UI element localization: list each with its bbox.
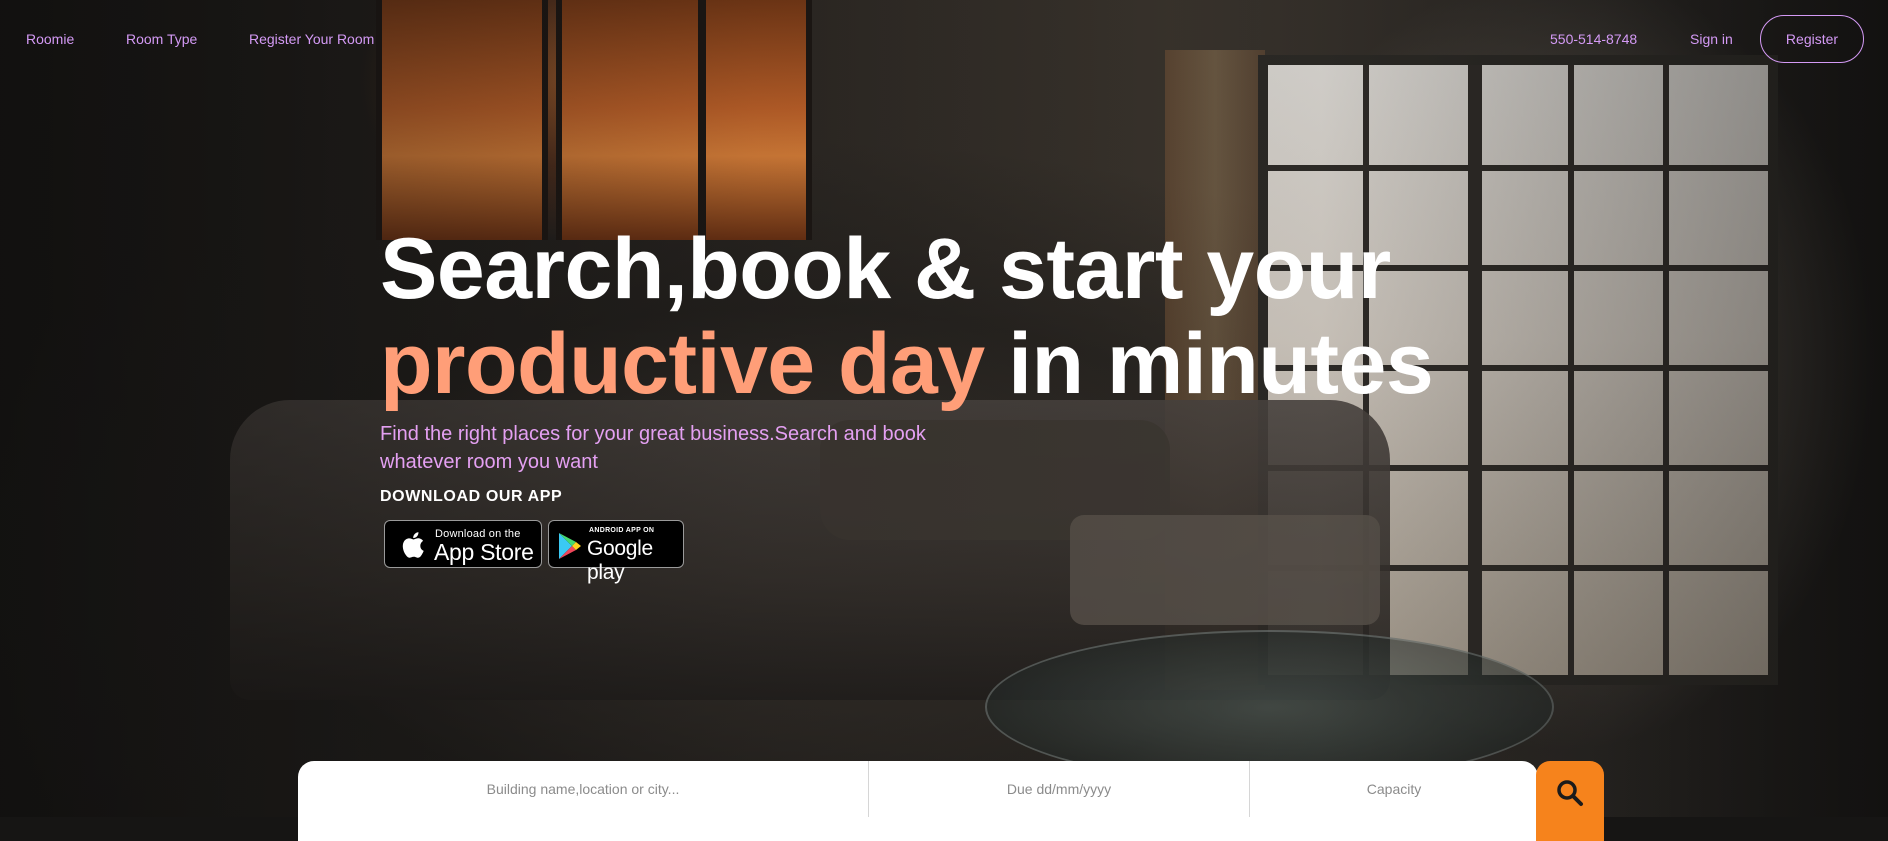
nav-register-room-link[interactable]: Register Your Room bbox=[249, 31, 374, 47]
hero-headline: Search,book & start your productive day … bbox=[380, 221, 1434, 412]
top-nav: Roomie Room Type Register Your Room 550-… bbox=[0, 0, 1888, 80]
nav-phone-link[interactable]: 550-514-8748 bbox=[1550, 31, 1637, 47]
headline-line-1: Search,book & start your bbox=[380, 221, 1391, 317]
capacity-input[interactable]: Capacity bbox=[1250, 761, 1538, 817]
hero-subtitle: Find the right places for your great bus… bbox=[380, 423, 926, 473]
register-button[interactable]: Register bbox=[1760, 15, 1864, 63]
google-play-big-text: Google play bbox=[587, 537, 653, 584]
headline-accent: productive day bbox=[380, 316, 985, 412]
due-date-input[interactable]: Due dd/mm/yyyy bbox=[869, 761, 1250, 817]
google-play-button[interactable]: ANDROID APP ON Google play bbox=[548, 520, 684, 584]
search-icon bbox=[1557, 780, 1583, 806]
google-play-small-text: ANDROID APP ON bbox=[589, 527, 655, 534]
headline-rest: in minutes bbox=[1008, 316, 1434, 412]
nav-sign-in-link[interactable]: Sign in bbox=[1690, 31, 1733, 47]
search-button[interactable] bbox=[1536, 761, 1604, 841]
nav-room-type-link[interactable]: Room Type bbox=[126, 31, 197, 47]
search-bar: Building name,location or city... Due dd… bbox=[298, 761, 1538, 841]
apple-store-big-text: App Store bbox=[434, 539, 534, 565]
apple-icon bbox=[402, 532, 424, 558]
headline-line-2: productive day in minutes bbox=[380, 316, 1434, 412]
google-play-icon bbox=[559, 533, 581, 559]
location-search-input[interactable]: Building name,location or city... bbox=[298, 761, 869, 817]
download-app-title: DOWNLOAD OUR APP bbox=[380, 488, 563, 505]
nav-brand-link[interactable]: Roomie bbox=[26, 31, 74, 47]
app-store-button[interactable]: Download on the App Store bbox=[384, 520, 542, 568]
